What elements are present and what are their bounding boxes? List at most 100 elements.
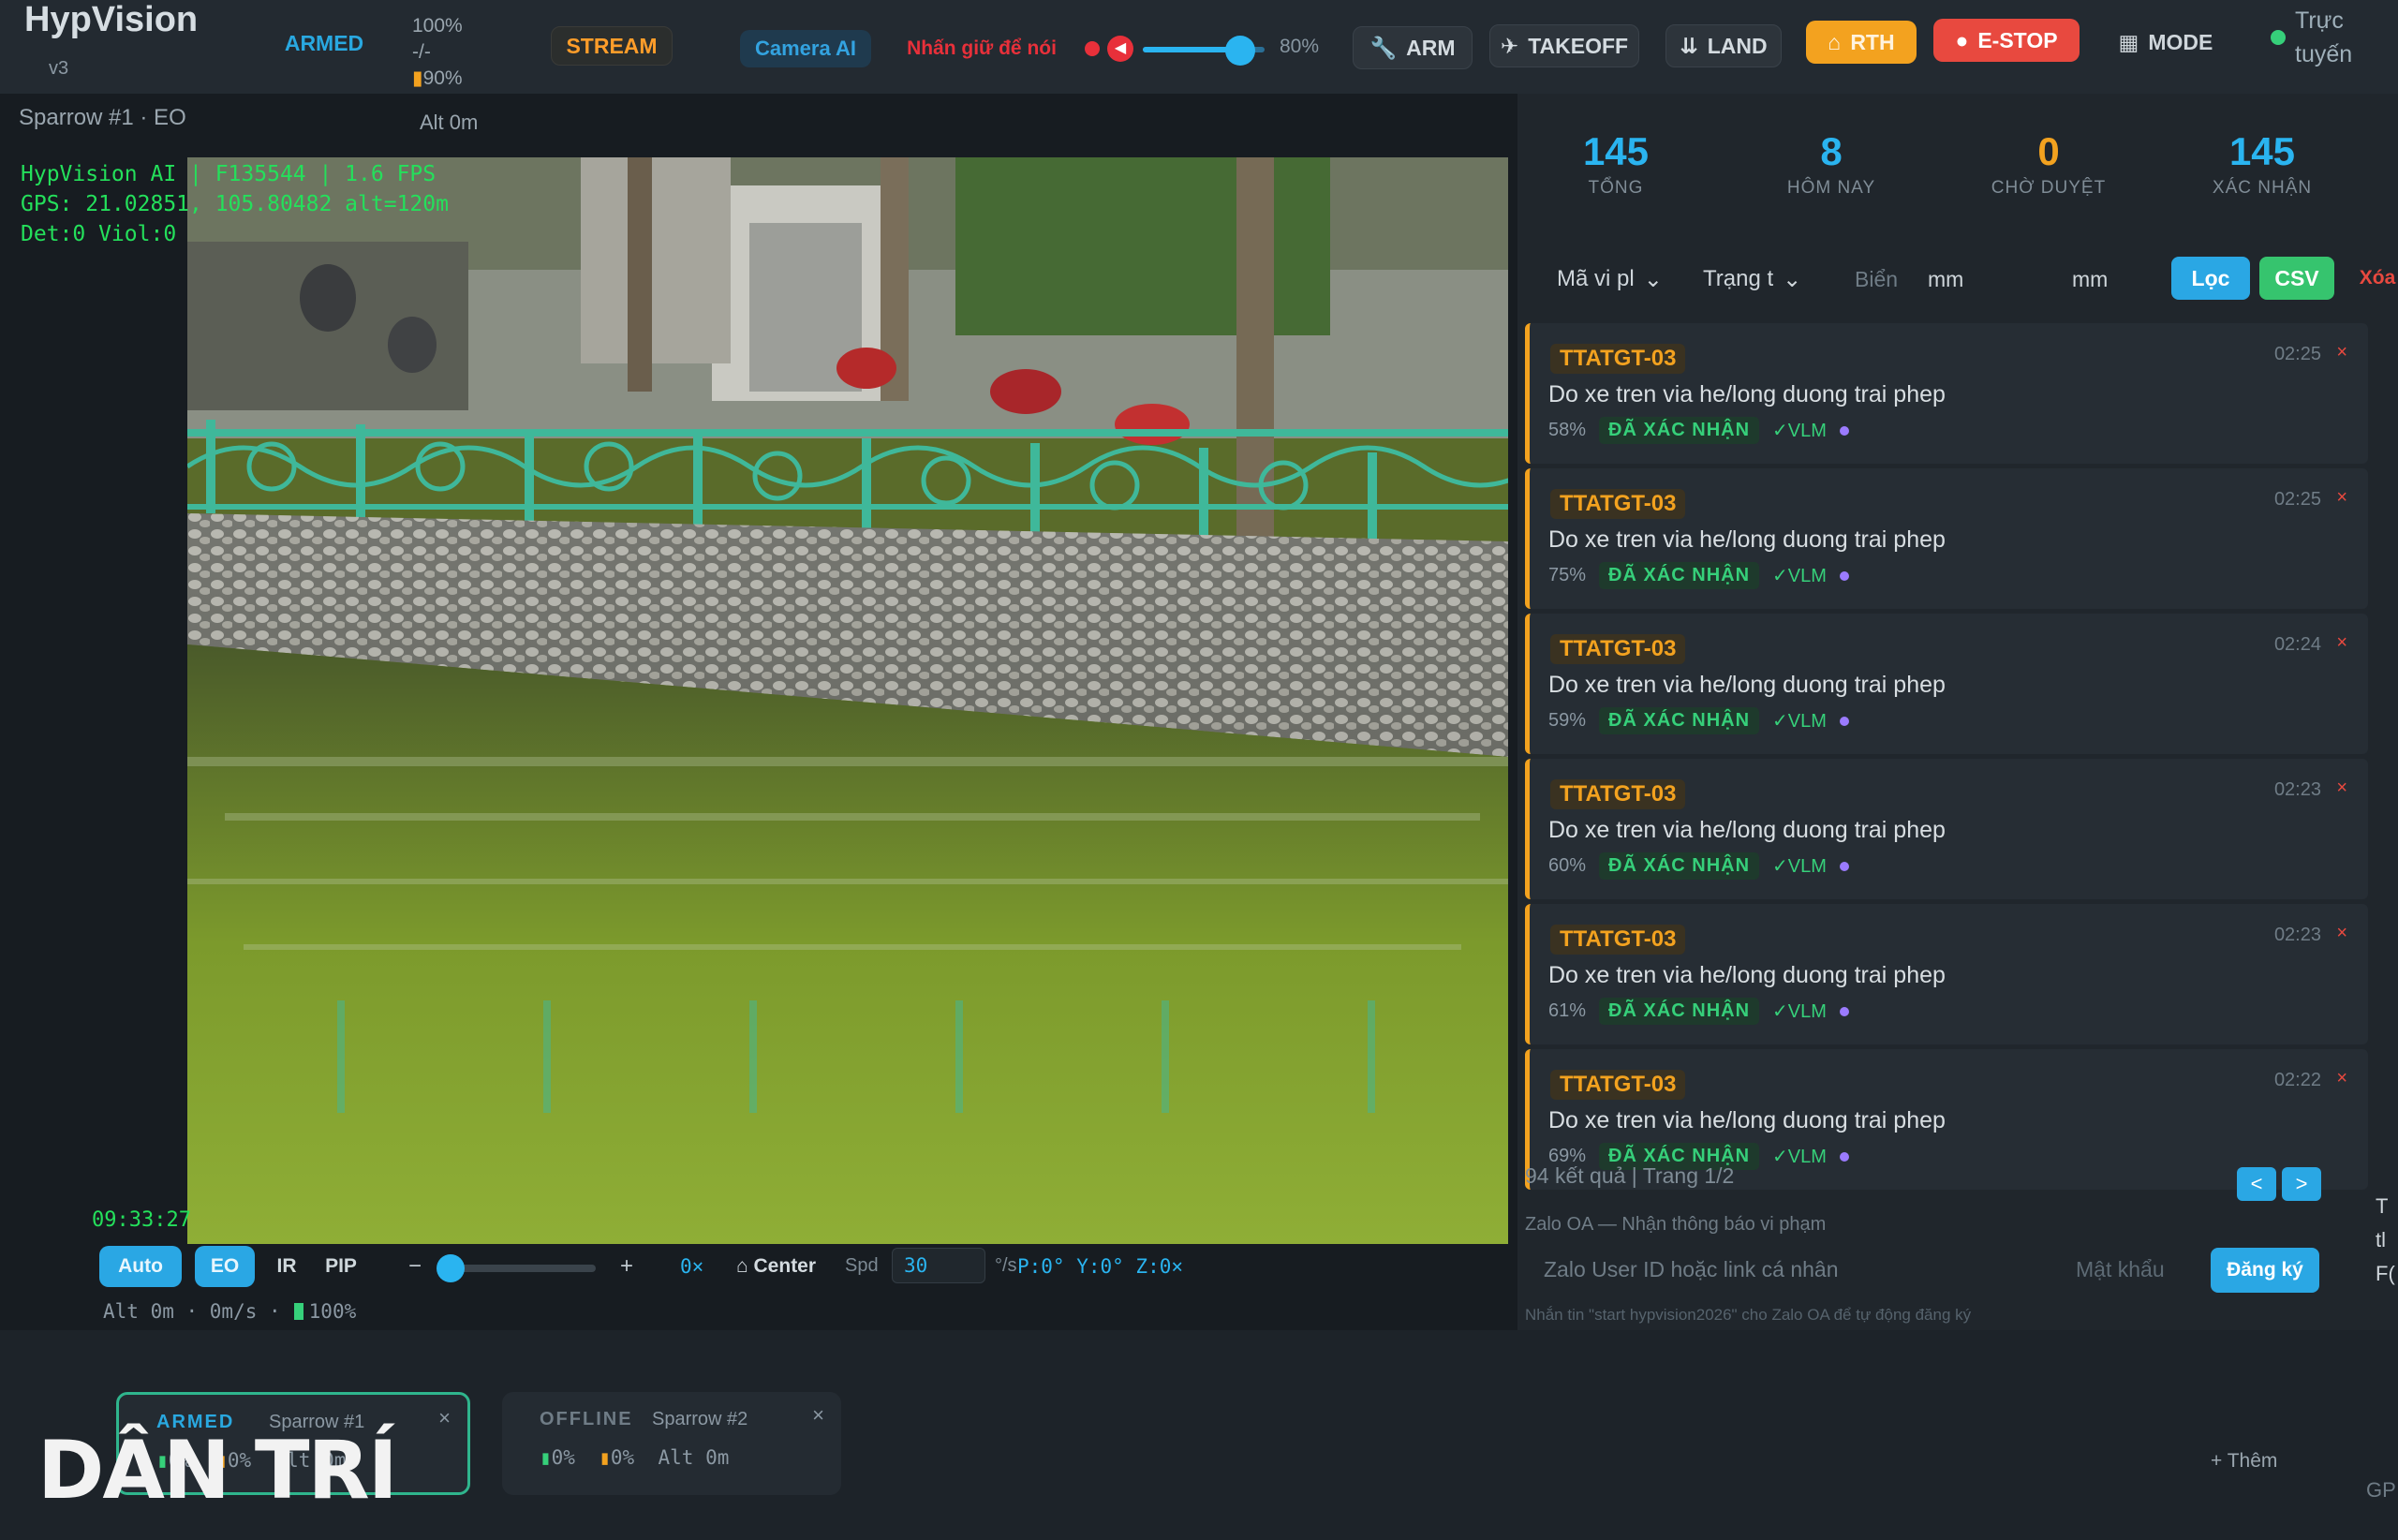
vlm-badge: ✓VLM xyxy=(1772,1001,1827,1022)
status-badge: ĐÃ XÁC NHẬN xyxy=(1599,417,1760,444)
violation-card[interactable]: TTATGT-03 Do xe tren via he/long duong tr… xyxy=(1525,468,2368,609)
violation-time: 02:24 xyxy=(2273,634,2321,655)
close-icon[interactable]: × xyxy=(2336,777,2347,799)
dantri-watermark-logo: DÂN TRÍ xyxy=(37,1424,398,1518)
mode-button[interactable]: ▦ MODE xyxy=(2109,21,2222,64)
osd-line-detections: Det:0 Viol:0 xyxy=(21,222,177,246)
takeoff-button[interactable]: ✈ TAKEOFF xyxy=(1489,24,1639,67)
close-icon[interactable]: × xyxy=(2336,342,2347,363)
gimbal-center-button[interactable]: ⌂ Center xyxy=(736,1255,816,1278)
violations-panel: 145 TỔNG 8 HÔM NAY 0 CHỜ DUYỆT 145 XÁC NHẬN Mã … xyxy=(1517,94,2398,1330)
close-icon[interactable]: × xyxy=(2336,923,2347,944)
violation-meta: 58% ĐÃ XÁC NHẬN ✓VLM xyxy=(1548,417,1849,444)
close-icon[interactable]: × xyxy=(2336,1068,2347,1089)
close-icon[interactable]: × xyxy=(2336,487,2347,509)
volume-slider-knob[interactable] xyxy=(1225,36,1255,66)
status-select[interactable]: Trạng t ⌄ xyxy=(1703,260,1843,298)
prev-page-button[interactable]: < xyxy=(2237,1167,2276,1201)
pip-button[interactable]: PIP xyxy=(315,1246,367,1287)
violation-card[interactable]: TTATGT-03 Do xe tren via he/long duong tr… xyxy=(1525,759,2368,899)
signal-icon: ▮ xyxy=(412,67,423,89)
speed-label: Spd xyxy=(845,1255,879,1276)
delete-button[interactable]: Xóa xyxy=(2349,257,2398,300)
stream-button[interactable]: STREAM xyxy=(551,26,673,66)
app-logo: HypVision xyxy=(24,0,199,39)
violation-card[interactable]: TTATGT-03 Do xe tren via he/long duong tr… xyxy=(1525,904,2368,1044)
stat-label: HÔM NAY xyxy=(1786,178,1876,198)
zoom-out-button[interactable]: − xyxy=(408,1253,422,1280)
signal-readout: ▮90% xyxy=(412,67,463,89)
emergency-stop-button[interactable]: ● E-STOP xyxy=(1933,19,2080,62)
next-page-button[interactable]: > xyxy=(2282,1167,2321,1201)
return-to-home-button[interactable]: ⌂ RTH xyxy=(1806,21,1917,64)
status-badge: ĐÃ XÁC NHẬN xyxy=(1599,707,1760,734)
stat-card: 8 HÔM NAY xyxy=(1733,129,1930,199)
stat-value: 145 xyxy=(1582,129,1650,173)
auto-mode-button[interactable]: Auto xyxy=(99,1246,182,1287)
gimbal-speed-input[interactable]: 30 xyxy=(892,1248,985,1283)
confidence: 60% xyxy=(1548,855,1587,876)
ir-camera-button[interactable]: IR xyxy=(268,1246,305,1287)
vlm-badge: ✓VLM xyxy=(1772,566,1827,586)
violation-code-select[interactable]: Mã vi pl ⌄ xyxy=(1557,260,1697,298)
zoom-slider[interactable] xyxy=(437,1254,596,1282)
confidence: 59% xyxy=(1548,710,1587,731)
video-timestamp: 09:33:27 xyxy=(92,1208,191,1232)
close-icon[interactable]: × xyxy=(2336,632,2347,654)
confidence: 61% xyxy=(1548,1000,1587,1021)
date-from-input[interactable]: mm xyxy=(1928,260,2021,298)
camera-feed-image xyxy=(187,157,1508,1244)
camera-feed[interactable] xyxy=(187,157,1508,1244)
stat-card: 145 TỔNG xyxy=(1517,129,1714,199)
stat-value: 145 xyxy=(2228,129,2296,173)
date-to-input[interactable]: mm xyxy=(2072,260,2166,298)
altitude-readout: Alt 0m xyxy=(420,111,479,134)
home-icon: ⌂ xyxy=(1828,29,1842,54)
violation-code: TTATGT-03 xyxy=(1550,634,1686,664)
eo-camera-button[interactable]: EO xyxy=(195,1246,255,1287)
violation-code: TTATGT-03 xyxy=(1550,1070,1686,1100)
export-csv-button[interactable]: CSV xyxy=(2259,257,2334,300)
zalo-register-button[interactable]: Đăng ký xyxy=(2211,1248,2319,1293)
zalo-password-input[interactable]: Mật khẩu xyxy=(2057,1248,2216,1293)
violation-card[interactable]: TTATGT-03 Do xe tren via he/long duong tr… xyxy=(1525,323,2368,464)
takeoff-icon: ✈ xyxy=(1500,33,1519,58)
violation-code: TTATGT-03 xyxy=(1550,344,1686,374)
filter-button[interactable]: Lọc xyxy=(2171,257,2250,300)
osd-line-gps: GPS: 21.02851, 105.80482 alt=120m xyxy=(21,192,449,216)
speaker-mute-icon[interactable]: ◀ xyxy=(1107,36,1133,62)
violation-description: Do xe tren via he/long duong trai phep xyxy=(1548,962,1946,988)
stat-label: CHỜ DUYỆT xyxy=(1991,178,2107,198)
violation-meta: 75% ĐÃ XÁC NHẬN ✓VLM xyxy=(1548,562,1849,589)
volume-percent: 80% xyxy=(1280,36,1320,57)
chevron-down-icon: ⌄ xyxy=(1643,266,1663,292)
push-to-talk-button[interactable]: Nhấn giữ để nói xyxy=(897,32,1066,66)
zalo-user-input[interactable]: Zalo User ID hoặc link cá nhân xyxy=(1525,1248,2050,1293)
volume-slider[interactable] xyxy=(1143,36,1265,66)
violation-card[interactable]: TTATGT-03 Do xe tren via he/long duong tr… xyxy=(1525,614,2368,754)
cropped-gp-text: GP xyxy=(2366,1478,2396,1502)
drone-card[interactable]: OFFLINE Sparrow #2 × ▮0% ▮0% Alt 0m xyxy=(502,1392,841,1495)
add-drone-button[interactable]: + Thêm xyxy=(2211,1450,2277,1473)
vlm-dot-icon xyxy=(1839,1006,1849,1016)
zoom-in-button[interactable]: + xyxy=(620,1253,633,1280)
signal-icon: ▮ xyxy=(599,1446,611,1469)
stat-card: 145 XÁC NHẬN xyxy=(2164,129,2361,199)
signal-dash: -/- xyxy=(412,41,431,63)
battery-readout: 100% xyxy=(412,15,463,37)
confidence: 75% xyxy=(1548,565,1587,585)
arm-button[interactable]: 🔧 ARM xyxy=(1353,26,1473,69)
zoom-slider-knob[interactable] xyxy=(437,1254,465,1282)
land-button[interactable]: ⇊ LAND xyxy=(1665,24,1782,67)
vlm-dot-icon xyxy=(1839,425,1849,436)
plate-input[interactable]: Biển xyxy=(1855,260,1920,298)
violation-code: TTATGT-03 xyxy=(1550,489,1686,519)
close-icon[interactable]: × xyxy=(438,1406,451,1430)
violation-time: 02:25 xyxy=(2273,344,2321,364)
results-summary: 94 kết quả | Trang 1/2 xyxy=(1525,1163,1735,1188)
camera-ai-button[interactable]: Camera AI xyxy=(740,30,871,67)
violation-time: 02:23 xyxy=(2273,779,2321,800)
vlm-dot-icon xyxy=(1839,1151,1849,1162)
online-status-icon xyxy=(2271,30,2286,45)
close-icon[interactable]: × xyxy=(812,1403,824,1428)
